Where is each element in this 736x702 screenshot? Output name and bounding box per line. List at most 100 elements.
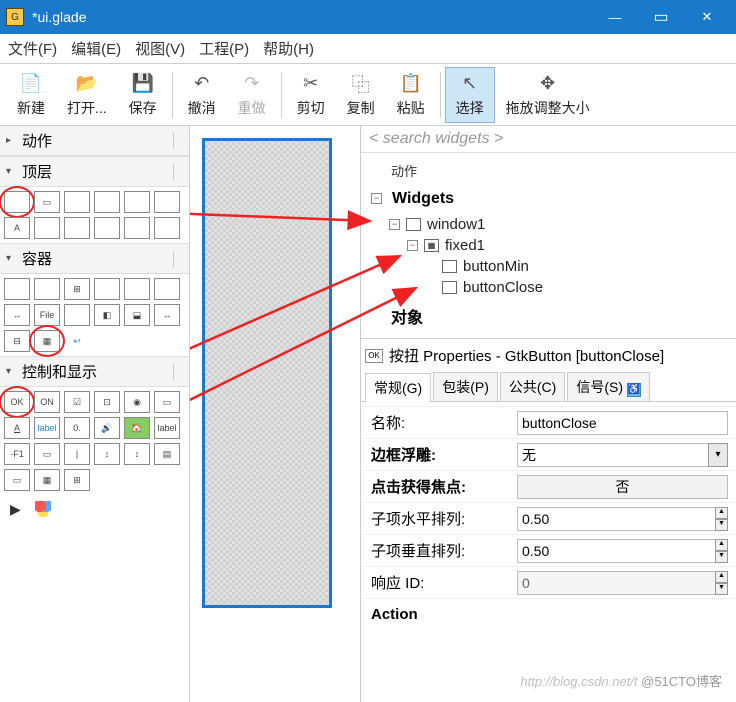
collapse-icon[interactable]: − — [389, 219, 400, 230]
window-maximize-button[interactable] — [638, 0, 684, 34]
palette-item[interactable]: ◉ — [124, 391, 150, 413]
palette-item[interactable] — [64, 217, 90, 239]
palette-item[interactable]: | — [64, 443, 90, 465]
palette-item[interactable]: 🏠 — [124, 417, 150, 439]
spin-buttons[interactable]: ▲▼ — [715, 539, 728, 563]
palette-item[interactable]: label — [154, 417, 180, 439]
palette-item[interactable] — [154, 217, 180, 239]
play-icon[interactable]: ▶ — [10, 501, 21, 518]
tree-node-buttonmin[interactable]: buttonMin — [371, 256, 734, 277]
palette-item[interactable] — [154, 278, 180, 300]
palette-item[interactable]: ▭ — [34, 443, 60, 465]
palette-item[interactable]: ▭ — [154, 391, 180, 413]
tab-signals[interactable]: 信号(S) ♿ — [567, 372, 650, 401]
spin-buttons[interactable]: ▲▼ — [715, 571, 728, 595]
prop-relief-combo[interactable] — [517, 443, 708, 467]
prop-halign-input[interactable] — [517, 507, 715, 531]
palette-item[interactable] — [94, 278, 120, 300]
menu-help[interactable]: 帮助(H) — [263, 38, 314, 59]
save-button[interactable]: 💾保存 — [118, 67, 168, 123]
menu-file[interactable]: 文件(F) — [8, 38, 57, 59]
palette-item[interactable]: ↔ — [154, 304, 180, 326]
palette-item[interactable]: ◧ — [94, 304, 120, 326]
tab-general[interactable]: 常规(G) — [365, 373, 431, 402]
palette-item[interactable]: ⬓ — [124, 304, 150, 326]
palette-item[interactable]: ▦ — [34, 469, 60, 491]
section-handle[interactable] — [173, 251, 183, 267]
tree-node-fixed1[interactable]: − ▦ fixed1 — [371, 235, 734, 256]
palette-item[interactable] — [64, 191, 90, 213]
open-button[interactable]: 📂打开... — [56, 67, 118, 123]
palette-section-toplevel[interactable]: ▾顶层 — [0, 156, 189, 187]
palette-item[interactable] — [124, 191, 150, 213]
window-close-button[interactable] — [684, 0, 730, 34]
prop-name-input[interactable] — [517, 411, 728, 435]
spin-buttons[interactable]: ▲▼ — [715, 507, 728, 531]
palette-item[interactable]: 🔊 — [94, 417, 120, 439]
tree-widgets-header[interactable]: − Widgets — [371, 182, 734, 214]
palette-section-actions[interactable]: ▸动作 — [0, 126, 189, 156]
tab-packing[interactable]: 包装(P) — [433, 372, 498, 401]
palette-item[interactable]: ↕ — [94, 443, 120, 465]
palette-item[interactable]: ⊞ — [64, 278, 90, 300]
palette-window-widget[interactable] — [4, 191, 30, 213]
palette-item[interactable]: A — [4, 217, 30, 239]
palette-item[interactable]: ↔ — [4, 304, 30, 326]
undo-button[interactable]: ↶撤消 — [177, 67, 227, 123]
palette-item[interactable]: label — [34, 417, 60, 439]
palette-item[interactable] — [4, 278, 30, 300]
palette-item[interactable] — [124, 217, 150, 239]
palette-fixed-widget[interactable]: ▦ — [34, 330, 60, 352]
copy-button[interactable]: ⿻复制 — [336, 67, 386, 123]
palette-item[interactable]: ☑︎ — [64, 391, 90, 413]
menu-project[interactable]: 工程(P) — [199, 38, 249, 59]
palette-item[interactable] — [94, 217, 120, 239]
paste-button[interactable]: 📋粘贴 — [386, 67, 436, 123]
prop-valign-input[interactable] — [517, 539, 715, 563]
redo-button[interactable]: ↷重做 — [227, 67, 277, 123]
design-canvas[interactable] — [190, 126, 360, 702]
dropdown-icon[interactable]: ▾ — [708, 443, 728, 467]
tree-node-window1[interactable]: − window1 — [371, 214, 734, 235]
palette-item[interactable]: ▤ — [154, 443, 180, 465]
palette-item[interactable] — [34, 217, 60, 239]
palette-button-widget[interactable]: OK — [4, 391, 30, 413]
color-icon[interactable] — [35, 501, 51, 517]
cut-button[interactable]: ✂剪切 — [286, 67, 336, 123]
palette-item[interactable]: ▭ — [34, 191, 60, 213]
drag-resize-button[interactable]: ✥拖放调整大小 — [495, 67, 601, 123]
palette-item[interactable]: -F1 — [4, 443, 30, 465]
palette-section-containers[interactable]: ▾容器 — [0, 243, 189, 274]
palette-item[interactable]: ▭ — [4, 469, 30, 491]
palette-item[interactable]: 0. — [64, 417, 90, 439]
palette-item[interactable]: ⊟ — [4, 330, 30, 352]
section-handle[interactable] — [173, 364, 183, 380]
palette-item[interactable]: A — [4, 417, 30, 439]
palette-item[interactable] — [64, 304, 90, 326]
tree-node-buttonclose[interactable]: buttonClose — [371, 277, 734, 298]
palette-item[interactable]: File — [34, 304, 60, 326]
palette-item[interactable] — [154, 191, 180, 213]
tab-common[interactable]: 公共(C) — [500, 372, 565, 401]
window-minimize-button[interactable] — [592, 0, 638, 34]
menu-edit[interactable]: 编辑(E) — [71, 38, 121, 59]
new-button[interactable]: 📄新建 — [6, 67, 56, 123]
palette-item[interactable] — [124, 278, 150, 300]
search-widgets-input[interactable]: < search widgets > — [361, 126, 736, 153]
palette-item[interactable]: ON — [34, 391, 60, 413]
collapse-icon[interactable]: − — [371, 193, 382, 204]
palette-item[interactable]: ↩ — [64, 330, 90, 352]
section-handle[interactable] — [173, 164, 183, 180]
select-button[interactable]: ↖选择 — [445, 67, 495, 123]
menu-view[interactable]: 视图(V) — [135, 38, 185, 59]
section-handle[interactable] — [173, 133, 183, 149]
prop-focus-toggle[interactable]: 否 — [517, 475, 728, 499]
palette-item[interactable]: ↕ — [124, 443, 150, 465]
palette-item[interactable]: ⊞ — [64, 469, 90, 491]
palette-item[interactable] — [34, 278, 60, 300]
collapse-icon[interactable]: − — [407, 240, 418, 251]
palette-item[interactable] — [94, 191, 120, 213]
canvas-window-preview[interactable] — [202, 138, 332, 608]
palette-section-controls[interactable]: ▾控制和显示 — [0, 356, 189, 387]
palette-item[interactable]: ⊡ — [94, 391, 120, 413]
